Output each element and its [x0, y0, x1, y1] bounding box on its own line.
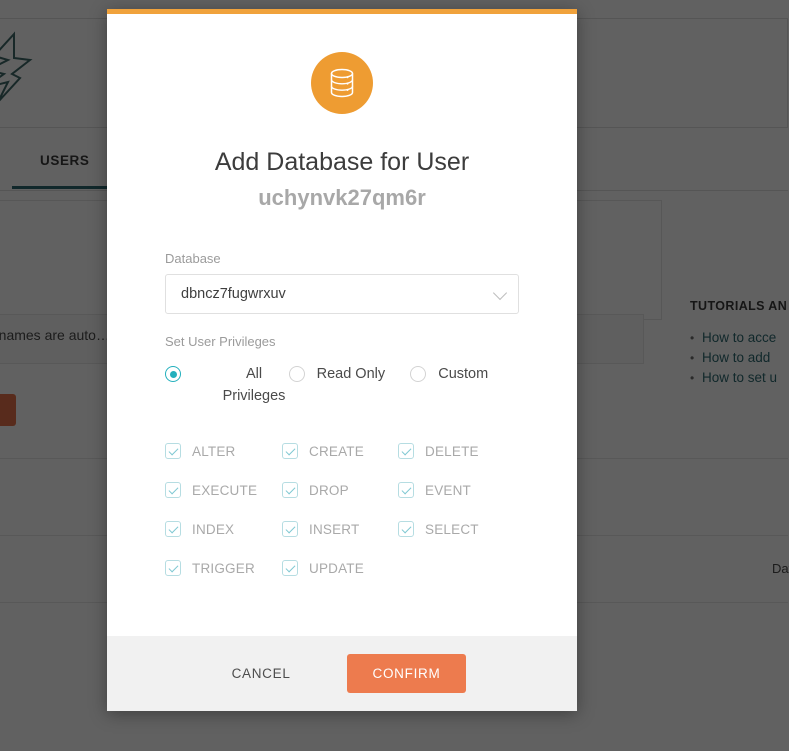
checkbox-item[interactable]: EXECUTE [165, 482, 282, 498]
checkbox-item[interactable]: EVENT [398, 482, 519, 498]
modal-form: Database dbncz7fugwrxuv Set User Privile… [165, 251, 519, 576]
radio-mark-icon [289, 366, 305, 382]
privileges-checkbox-grid: ALTER CREATE DELETE EXECUTE [165, 443, 519, 576]
checkmark-icon [165, 443, 181, 459]
checkmark-icon [282, 443, 298, 459]
database-select[interactable]: dbncz7fugwrxuv [165, 274, 519, 314]
radio-custom[interactable]: Custom [410, 363, 519, 385]
checkbox-item[interactable]: CREATE [282, 443, 398, 459]
checkmark-icon [398, 443, 414, 459]
checkbox-label: SELECT [425, 522, 479, 537]
add-database-modal: Add Database for User uchynvk27qm6r Data… [107, 9, 577, 711]
checkbox-label: DROP [309, 483, 349, 498]
checkmark-icon [165, 560, 181, 576]
checkmark-icon [165, 482, 181, 498]
radio-all-privileges[interactable]: All Privileges [165, 363, 289, 407]
checkbox-label: TRIGGER [192, 561, 255, 576]
checkmark-icon [398, 521, 414, 537]
database-icon [311, 52, 373, 114]
radio-read-only[interactable]: Read Only [289, 363, 411, 385]
checkbox-item[interactable]: DELETE [398, 443, 519, 459]
confirm-button[interactable]: CONFIRM [347, 654, 467, 693]
checkbox-label: INSERT [309, 522, 359, 537]
checkbox-item[interactable]: ALTER [165, 443, 282, 459]
checkbox-label: CREATE [309, 444, 364, 459]
checkmark-icon [398, 482, 414, 498]
chevron-down-icon [493, 286, 507, 300]
checkbox-item[interactable]: TRIGGER [165, 560, 282, 576]
checkbox-grid-spacer [398, 560, 519, 576]
checkbox-label: ALTER [192, 444, 236, 459]
page-root: My… Language). SQL is the most popu ma… [0, 0, 789, 751]
checkbox-label: EVENT [425, 483, 471, 498]
modal-body: Add Database for User uchynvk27qm6r Data… [107, 14, 577, 636]
checkbox-item[interactable]: INDEX [165, 521, 282, 537]
privileges-radio-group: All Privileges Read Only Custom [165, 363, 519, 407]
checkbox-item[interactable]: SELECT [398, 521, 519, 537]
checkbox-item[interactable]: DROP [282, 482, 398, 498]
radio-label: Custom [438, 363, 488, 385]
checkmark-icon [165, 521, 181, 537]
radio-mark-selected-icon [165, 366, 181, 382]
modal-subtitle-username: uchynvk27qm6r [107, 185, 577, 211]
checkbox-label: EXECUTE [192, 483, 257, 498]
radio-label: All Privileges [221, 363, 287, 407]
checkmark-icon [282, 521, 298, 537]
modal-title: Add Database for User [107, 147, 577, 177]
modal-icon-wrap [107, 52, 577, 114]
privileges-label: Set User Privileges [165, 334, 519, 349]
radio-label: Read Only [317, 363, 386, 385]
database-icon-glyph [327, 67, 357, 99]
cancel-button[interactable]: CANCEL [218, 656, 305, 691]
database-select-value: dbncz7fugwrxuv [181, 286, 286, 302]
database-field-label: Database [165, 251, 519, 266]
radio-mark-icon [410, 366, 426, 382]
checkmark-icon [282, 482, 298, 498]
checkbox-label: DELETE [425, 444, 479, 459]
checkmark-icon [282, 560, 298, 576]
checkbox-label: UPDATE [309, 561, 364, 576]
checkbox-item[interactable]: UPDATE [282, 560, 398, 576]
checkbox-item[interactable]: INSERT [282, 521, 398, 537]
checkbox-label: INDEX [192, 522, 234, 537]
modal-footer: CANCEL CONFIRM [107, 636, 577, 711]
